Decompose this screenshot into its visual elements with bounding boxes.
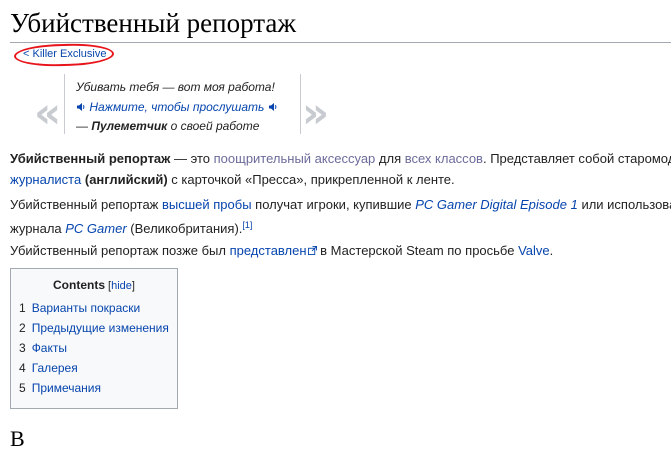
speaker-icon-right bbox=[268, 103, 277, 111]
link-strange-quality[interactable]: высшей пробы bbox=[162, 197, 252, 212]
toc-label: Галерея bbox=[31, 361, 78, 375]
toc-number: 4 bbox=[19, 361, 26, 375]
title-divider bbox=[10, 42, 671, 43]
text: Убийственный репортаж bbox=[10, 197, 162, 212]
strange-quality-paragraph: Убийственный репортаж высшей пробы получ… bbox=[10, 194, 671, 239]
link-promo-cosmetic[interactable]: поощрительный аксессуар bbox=[214, 151, 376, 166]
external-link-icon bbox=[307, 246, 317, 255]
text: — это bbox=[170, 151, 214, 166]
link-workshop-submission[interactable]: представлен bbox=[230, 243, 307, 258]
toc-label: Варианты покраски bbox=[31, 301, 141, 315]
workshop-paragraph: Убийственный репортаж позже был представ… bbox=[10, 240, 671, 261]
link-pc-gamer-digital[interactable]: PC Gamer Digital Episode 1 bbox=[415, 197, 578, 212]
toc-label: Примечания bbox=[31, 381, 101, 395]
toc-item-references[interactable]: 5 Примечания bbox=[19, 381, 101, 395]
text: с карточкой «Пресса», прикрепленной к ле… bbox=[167, 172, 455, 187]
article-subject: Убийственный репортаж bbox=[10, 151, 171, 166]
link-journalist[interactable]: журналиста bbox=[10, 172, 81, 187]
speaker-icon bbox=[77, 103, 85, 111]
text: . bbox=[549, 243, 554, 258]
bracket: ] bbox=[131, 280, 135, 292]
toc-item-update-history[interactable]: 2 Предыдущие изменения bbox=[19, 321, 169, 335]
left-quote-icon: « bbox=[34, 88, 62, 137]
text: или использовав bbox=[581, 197, 671, 212]
quote-audio[interactable]: Нажмите, чтобы прослушать bbox=[76, 100, 278, 114]
quote-right-rule bbox=[300, 74, 301, 134]
toc-header: Contents [hide] bbox=[11, 278, 177, 292]
quote-attribution: — Пулеметчик о своей работе bbox=[76, 119, 259, 133]
toc-hide-toggle[interactable]: hide bbox=[111, 280, 132, 292]
right-quote-icon: » bbox=[302, 88, 330, 137]
toc-item-gallery[interactable]: 4 Галерея bbox=[19, 361, 78, 375]
quote-context: о своей работе bbox=[167, 119, 260, 133]
quote-left-rule bbox=[64, 74, 65, 134]
quote-dash: — bbox=[76, 119, 92, 133]
toc-label: Факты bbox=[31, 341, 67, 355]
reference-1[interactable]: [1] bbox=[242, 220, 252, 230]
listen-link[interactable]: Нажмите, чтобы прослушать bbox=[89, 100, 264, 114]
toc-hide-wrapper: [hide] bbox=[105, 280, 135, 292]
toc-number: 2 bbox=[19, 321, 26, 335]
link-all-classes[interactable]: всех классов bbox=[405, 151, 483, 166]
page-title: Убийственный репортаж bbox=[10, 8, 296, 38]
toc-label: Предыдущие изменения bbox=[31, 321, 169, 335]
english-label: (английский) bbox=[84, 172, 168, 187]
toc-number: 5 bbox=[19, 381, 26, 395]
quote-text: Убивать тебя — вот моя работа! bbox=[76, 80, 275, 94]
toc-title: Contents bbox=[53, 278, 105, 292]
text: для bbox=[375, 151, 405, 166]
quote-author: Пулеметчик bbox=[91, 119, 168, 133]
text: . Представляет собой старомодн bbox=[482, 151, 671, 166]
table-of-contents: Contents [hide] 1 Варианты покраски 2 Пред… bbox=[10, 268, 178, 409]
toc-number: 3 bbox=[19, 341, 26, 355]
back-link-killer-exclusive[interactable]: < Killer Exclusive bbox=[23, 48, 106, 60]
link-valve[interactable]: Valve bbox=[518, 243, 550, 258]
toc-item-paint-variants[interactable]: 1 Варианты покраски bbox=[19, 301, 140, 315]
text: в Мастерской Steam по просьбе bbox=[316, 243, 519, 258]
text: Убийственный репортаж позже был bbox=[10, 243, 230, 258]
text: получат игроки, купившие bbox=[251, 197, 416, 212]
toc-item-trivia[interactable]: 3 Факты bbox=[19, 341, 67, 355]
text: журнала bbox=[10, 221, 66, 236]
next-section-heading: В bbox=[10, 426, 25, 451]
intro-paragraph: Убийственный репортаж — это поощрительны… bbox=[10, 148, 671, 190]
text: (Великобритания). bbox=[126, 221, 243, 236]
toc-number: 1 bbox=[19, 301, 26, 315]
link-pc-gamer[interactable]: PC Gamer bbox=[65, 221, 126, 236]
